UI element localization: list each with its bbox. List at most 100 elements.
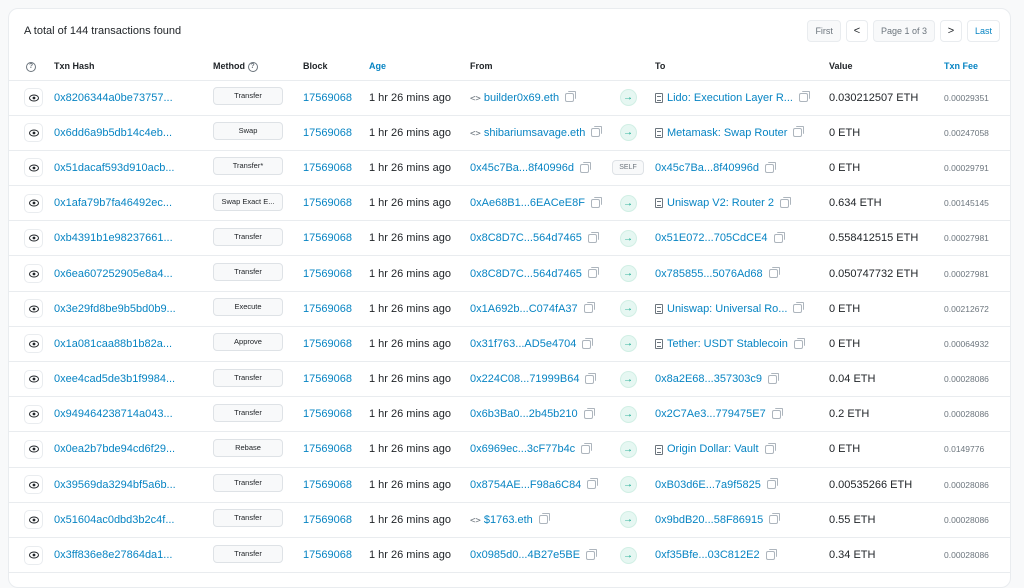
block-link[interactable]: 17569068 [303,408,352,420]
txn-hash-link[interactable]: 0x0ea2b7bde94cd6f29... [54,443,175,455]
from-address-link[interactable]: shibariumsavage.eth [484,127,586,139]
from-address-link[interactable]: 0x45c7Ba...8f40996d [470,162,574,174]
copy-icon[interactable] [581,443,593,455]
to-address-link[interactable]: 0xf35Bfe...03C812E2 [655,549,760,561]
to-address-link[interactable]: Uniswap: Universal Ro... [667,303,787,315]
block-link[interactable]: 17569068 [303,197,352,209]
copy-icon[interactable] [538,513,550,525]
from-address-link[interactable]: 0x1A692b...C074fA37 [470,303,578,315]
eye-icon[interactable] [24,228,43,248]
copy-icon[interactable] [590,196,602,208]
copy-icon[interactable] [793,337,805,349]
copy-icon[interactable] [765,548,777,560]
txn-hash-link[interactable]: 0x8206344a0be73757... [54,92,173,104]
copy-icon[interactable] [587,267,599,279]
copy-icon[interactable] [793,302,805,314]
block-link[interactable]: 17569068 [303,162,352,174]
copy-icon[interactable] [565,91,577,103]
block-link[interactable]: 17569068 [303,92,352,104]
copy-icon[interactable] [771,407,783,419]
block-link[interactable]: 17569068 [303,373,352,385]
copy-icon[interactable] [768,372,780,384]
block-link[interactable]: 17569068 [303,303,352,315]
txn-hash-link[interactable]: 0x39569da3294bf5a6b... [54,479,176,491]
copy-icon[interactable] [587,478,599,490]
copy-icon[interactable] [583,407,595,419]
to-address-link[interactable]: 0xB03d6E...7a9f5825 [655,479,761,491]
from-address-link[interactable]: builder0x69.eth [484,92,559,104]
block-link[interactable]: 17569068 [303,514,352,526]
eye-icon[interactable] [24,475,43,495]
copy-icon[interactable] [583,302,595,314]
eye-icon[interactable] [24,299,43,319]
to-address-link[interactable]: 0x51E072...705CdCE4 [655,232,768,244]
copy-icon[interactable] [591,126,603,138]
from-address-link[interactable]: 0xAe68B1...6EACeE8F [470,197,585,209]
to-address-link[interactable]: Metamask: Swap Router [667,127,787,139]
txn-hash-link[interactable]: 0xb4391b1e98237661... [54,232,173,244]
to-address-link[interactable]: 0x45c7Ba...8f40996d [655,162,759,174]
txn-hash-link[interactable]: 0x3e29fd8be9b5bd0b9... [54,303,176,315]
from-address-link[interactable]: 0x31f763...AD5e4704 [470,338,576,350]
eye-icon[interactable] [24,510,43,530]
to-address-link[interactable]: 0x785855...5076Ad68 [655,268,763,280]
block-link[interactable]: 17569068 [303,338,352,350]
block-link[interactable]: 17569068 [303,232,352,244]
from-address-link[interactable]: 0x8C8D7C...564d7465 [470,232,582,244]
copy-icon[interactable] [587,231,599,243]
copy-icon[interactable] [764,443,776,455]
copy-icon[interactable] [582,337,594,349]
copy-icon[interactable] [780,196,791,208]
copy-icon[interactable] [586,548,598,560]
eye-icon[interactable] [24,334,43,354]
copy-icon[interactable] [769,513,781,525]
first-page-button[interactable]: First [807,20,841,42]
txn-hash-link[interactable]: 0x3ff836e8e27864da1... [54,549,172,561]
copy-icon[interactable] [798,91,810,103]
txn-hash-link[interactable]: 0x6dd6a9b5db14c4eb... [54,127,172,139]
to-address-link[interactable]: 0x9bdB20...58F86915 [655,514,763,526]
from-address-link[interactable]: $1763.eth [484,514,533,526]
eye-icon[interactable] [24,88,43,108]
txn-hash-link[interactable]: 0x51604ac0dbd3b2c4f... [54,514,175,526]
col-txn-fee[interactable]: Txn Fee [940,53,1010,81]
to-address-link[interactable]: Origin Dollar: Vault [667,443,759,455]
to-address-link[interactable]: 0x2C7Ae3...779475E7 [655,408,766,420]
txn-hash-link[interactable]: 0x949464238714a043... [54,408,173,420]
to-address-link[interactable]: Lido: Execution Layer R... [667,92,793,104]
copy-icon[interactable] [766,478,778,490]
txn-hash-link[interactable]: 0xee4cad5de3b1f9984... [54,373,175,385]
copy-icon[interactable] [773,231,785,243]
eye-icon[interactable] [24,545,43,565]
from-address-link[interactable]: 0x6969ec...3cF77b4c [470,443,575,455]
copy-icon[interactable] [764,161,776,173]
eye-icon[interactable] [24,158,43,178]
to-address-link[interactable]: Uniswap V2: Router 2 [667,197,774,209]
to-address-link[interactable]: 0x8a2E68...357303c9 [655,373,762,385]
last-page-button[interactable]: Last [966,20,1000,42]
block-link[interactable]: 17569068 [303,268,352,280]
eye-icon[interactable] [24,123,43,143]
copy-icon[interactable] [579,161,591,173]
prev-page-button[interactable]: < [845,20,868,42]
eye-icon[interactable] [24,264,43,284]
eye-icon[interactable] [24,439,43,459]
from-address-link[interactable]: 0x224C08...71999B64 [470,373,579,385]
eye-icon[interactable] [24,193,43,213]
col-age[interactable]: Age [365,53,466,81]
method-help-icon[interactable]: ? [247,61,258,72]
txn-hash-link[interactable]: 0x1a081caa88b1b82a... [54,338,172,350]
from-address-link[interactable]: 0x8754AE...F98a6C84 [470,479,581,491]
copy-icon[interactable] [793,126,805,138]
from-address-link[interactable]: 0x0985d0...4B27e5BE [470,549,580,561]
from-address-link[interactable]: 0x8C8D7C...564d7465 [470,268,582,280]
txn-hash-link[interactable]: 0x6ea607252905e8a4... [54,268,173,280]
next-page-button[interactable]: > [939,20,962,42]
from-address-link[interactable]: 0x6b3Ba0...2b45b210 [470,408,578,420]
to-address-link[interactable]: Tether: USDT Stablecoin [667,338,788,350]
help-icon[interactable]: ? [26,61,36,72]
eye-icon[interactable] [24,404,43,424]
txn-hash-link[interactable]: 0x1afa79b7fa46492ec... [54,197,172,209]
block-link[interactable]: 17569068 [303,127,352,139]
copy-icon[interactable] [585,372,597,384]
